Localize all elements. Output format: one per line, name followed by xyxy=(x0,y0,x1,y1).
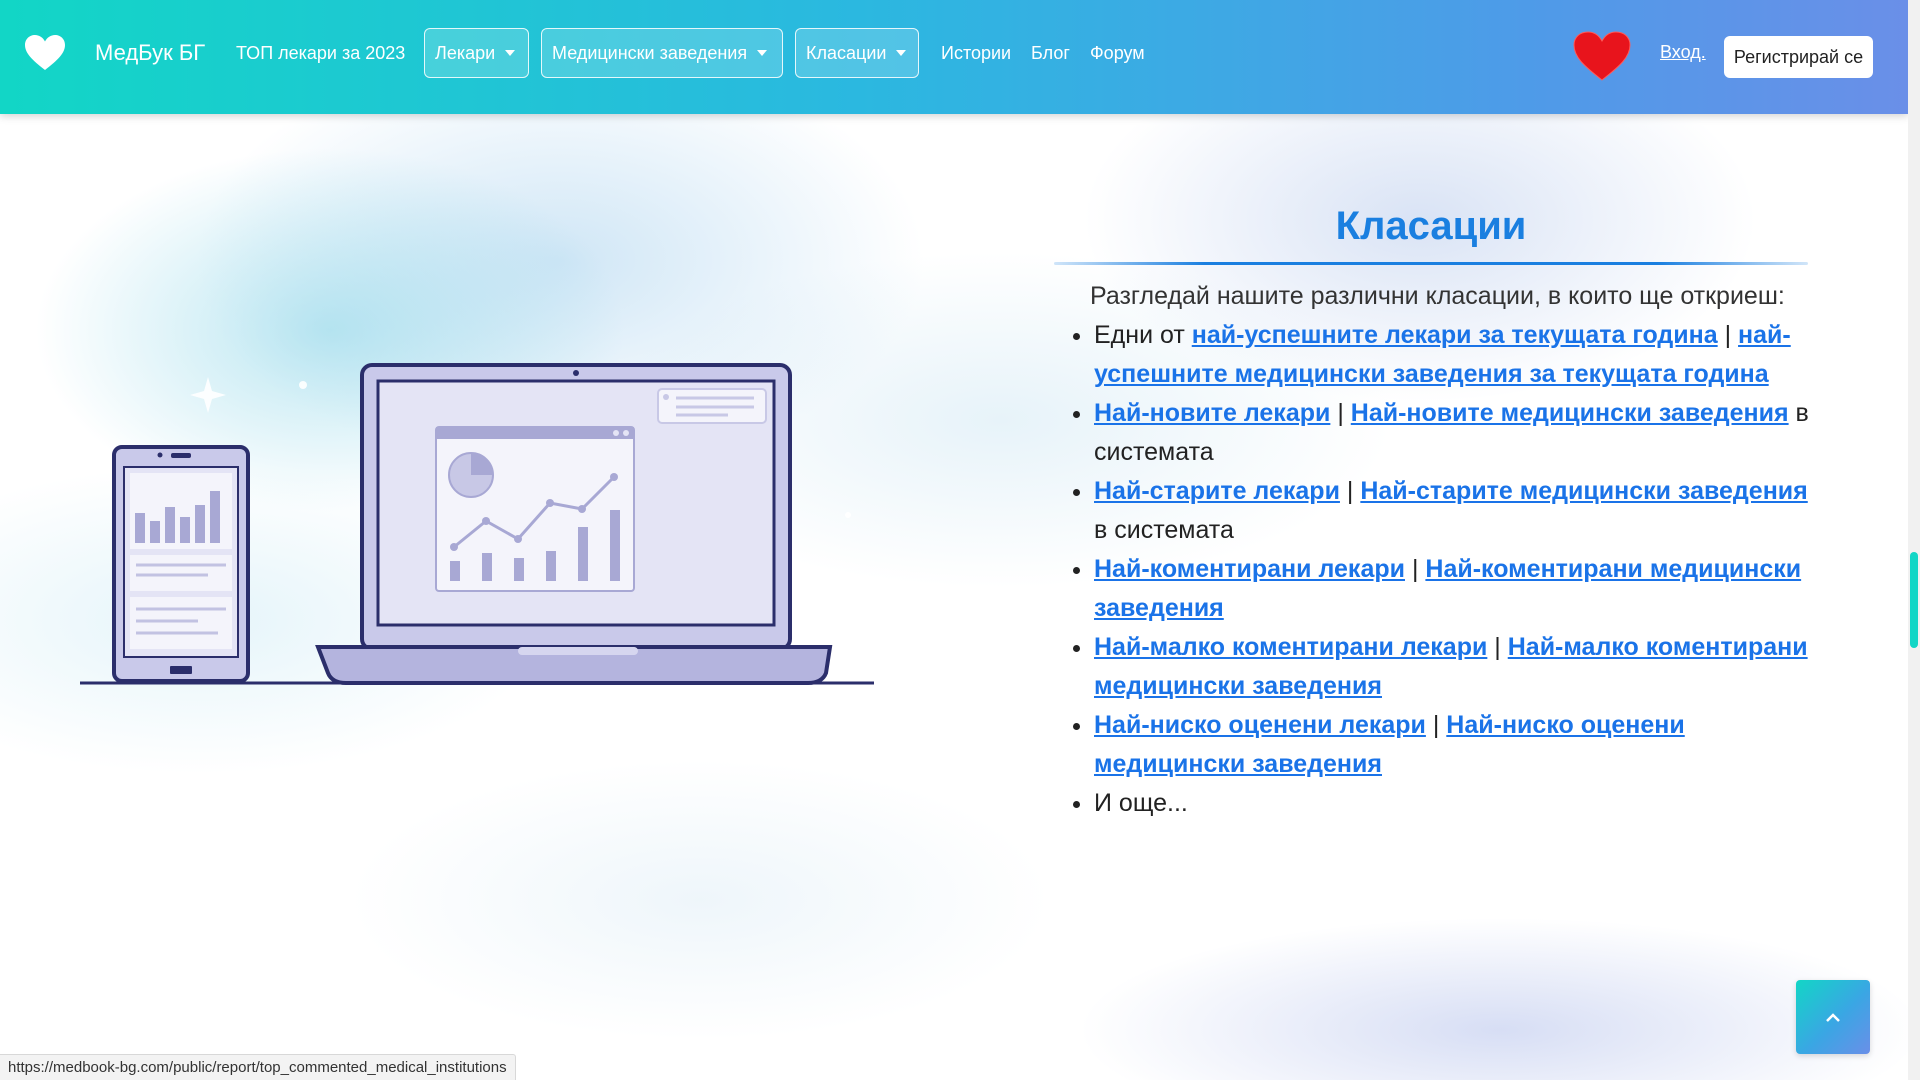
brand-name[interactable]: МедБук БГ xyxy=(95,38,205,68)
top-navbar: МедБук БГ ТОП лекари за 2023 Лекари Меди… xyxy=(0,0,1908,114)
brand-heart-icon[interactable] xyxy=(24,34,66,72)
list-item: Най-ниско оценени лекари | Най-ниско оце… xyxy=(1094,706,1824,784)
item-more-text: И още... xyxy=(1094,789,1188,817)
ranking-link-top-doctors-year[interactable]: най-успешните лекари за текущата година xyxy=(1192,321,1718,349)
separator: | xyxy=(1339,477,1361,505)
nav-top-doctors[interactable]: ТОП лекари за 2023 xyxy=(236,38,405,68)
login-link[interactable]: Вход. xyxy=(1660,42,1706,63)
ranking-link-oldest-doctors[interactable]: Най-старите лекари xyxy=(1094,477,1340,505)
ranking-link-newest-doctors[interactable]: Най-новите лекари xyxy=(1094,399,1330,427)
nav-dropdown-label: Медицински заведения xyxy=(552,42,748,63)
nav-forum[interactable]: Форум xyxy=(1090,38,1145,68)
item-suffix: в системата xyxy=(1094,516,1234,544)
nav-dropdown-label: Лекари xyxy=(435,42,496,63)
list-item: Най-старите лекари | Най-старите медицин… xyxy=(1094,472,1824,550)
ranking-link-least-commented-doctors[interactable]: Най-малко коментирани лекари xyxy=(1094,633,1487,661)
page-title: Класации xyxy=(1335,204,1527,248)
favorites-heart-icon[interactable] xyxy=(1572,30,1632,82)
back-to-top-button[interactable] xyxy=(1796,980,1870,1054)
scrollbar-thumb[interactable] xyxy=(1910,552,1918,648)
caret-down-icon xyxy=(757,50,768,56)
nav-dropdown-rankings[interactable]: Класации xyxy=(795,28,919,78)
list-item: Най-новите лекари | Най-новите медицинск… xyxy=(1094,394,1824,472)
separator: | xyxy=(1405,555,1426,583)
nav-blog[interactable]: Блог xyxy=(1031,38,1070,68)
caret-down-icon xyxy=(505,50,516,56)
separator: | xyxy=(1717,321,1739,349)
chevron-up-icon xyxy=(1826,1013,1840,1022)
phone-illustration xyxy=(112,445,250,683)
nav-dropdown-medical-institutions[interactable]: Медицински заведения xyxy=(541,28,783,78)
list-item: Най-коментирани лекари | Най-коментирани… xyxy=(1094,550,1824,628)
separator: | xyxy=(1487,633,1508,661)
ranking-link-most-commented-doctors[interactable]: Най-коментирани лекари xyxy=(1094,555,1405,583)
ranking-link-newest-institutions[interactable]: Най-новите медицински заведения xyxy=(1351,399,1789,427)
list-item: Едни от най-успешните лекари за текущата… xyxy=(1094,316,1824,394)
devices-analytics-illustration xyxy=(80,363,874,685)
nav-dropdown-doctors[interactable]: Лекари xyxy=(424,28,529,78)
separator: | xyxy=(1330,399,1351,427)
page-scrollbar[interactable] xyxy=(1908,0,1920,1080)
list-item: Най-малко коментирани лекари | Най-малко… xyxy=(1094,628,1824,706)
intro-text: Разгледай нашите различни класации, в ко… xyxy=(1090,282,1785,310)
ranking-link-lowest-rated-doctors[interactable]: Най-ниско оценени лекари xyxy=(1094,711,1426,739)
laptop-illustration xyxy=(315,363,833,685)
rankings-list: Едни от най-успешните лекари за текущата… xyxy=(1054,316,1824,823)
title-divider xyxy=(1054,262,1808,265)
list-item: И още... xyxy=(1094,784,1824,823)
nav-stories[interactable]: Истории xyxy=(941,38,1011,68)
status-bar-url: https://medbook-bg.com/public/report/top… xyxy=(0,1054,516,1080)
register-button[interactable]: Регистрирай се xyxy=(1724,36,1873,78)
item-prefix: Едни от xyxy=(1094,321,1192,349)
caret-down-icon xyxy=(896,50,907,56)
ranking-link-oldest-institutions[interactable]: Най-старите медицински заведения xyxy=(1360,477,1807,505)
separator: | xyxy=(1425,711,1447,739)
nav-dropdown-label: Класации xyxy=(806,42,887,63)
